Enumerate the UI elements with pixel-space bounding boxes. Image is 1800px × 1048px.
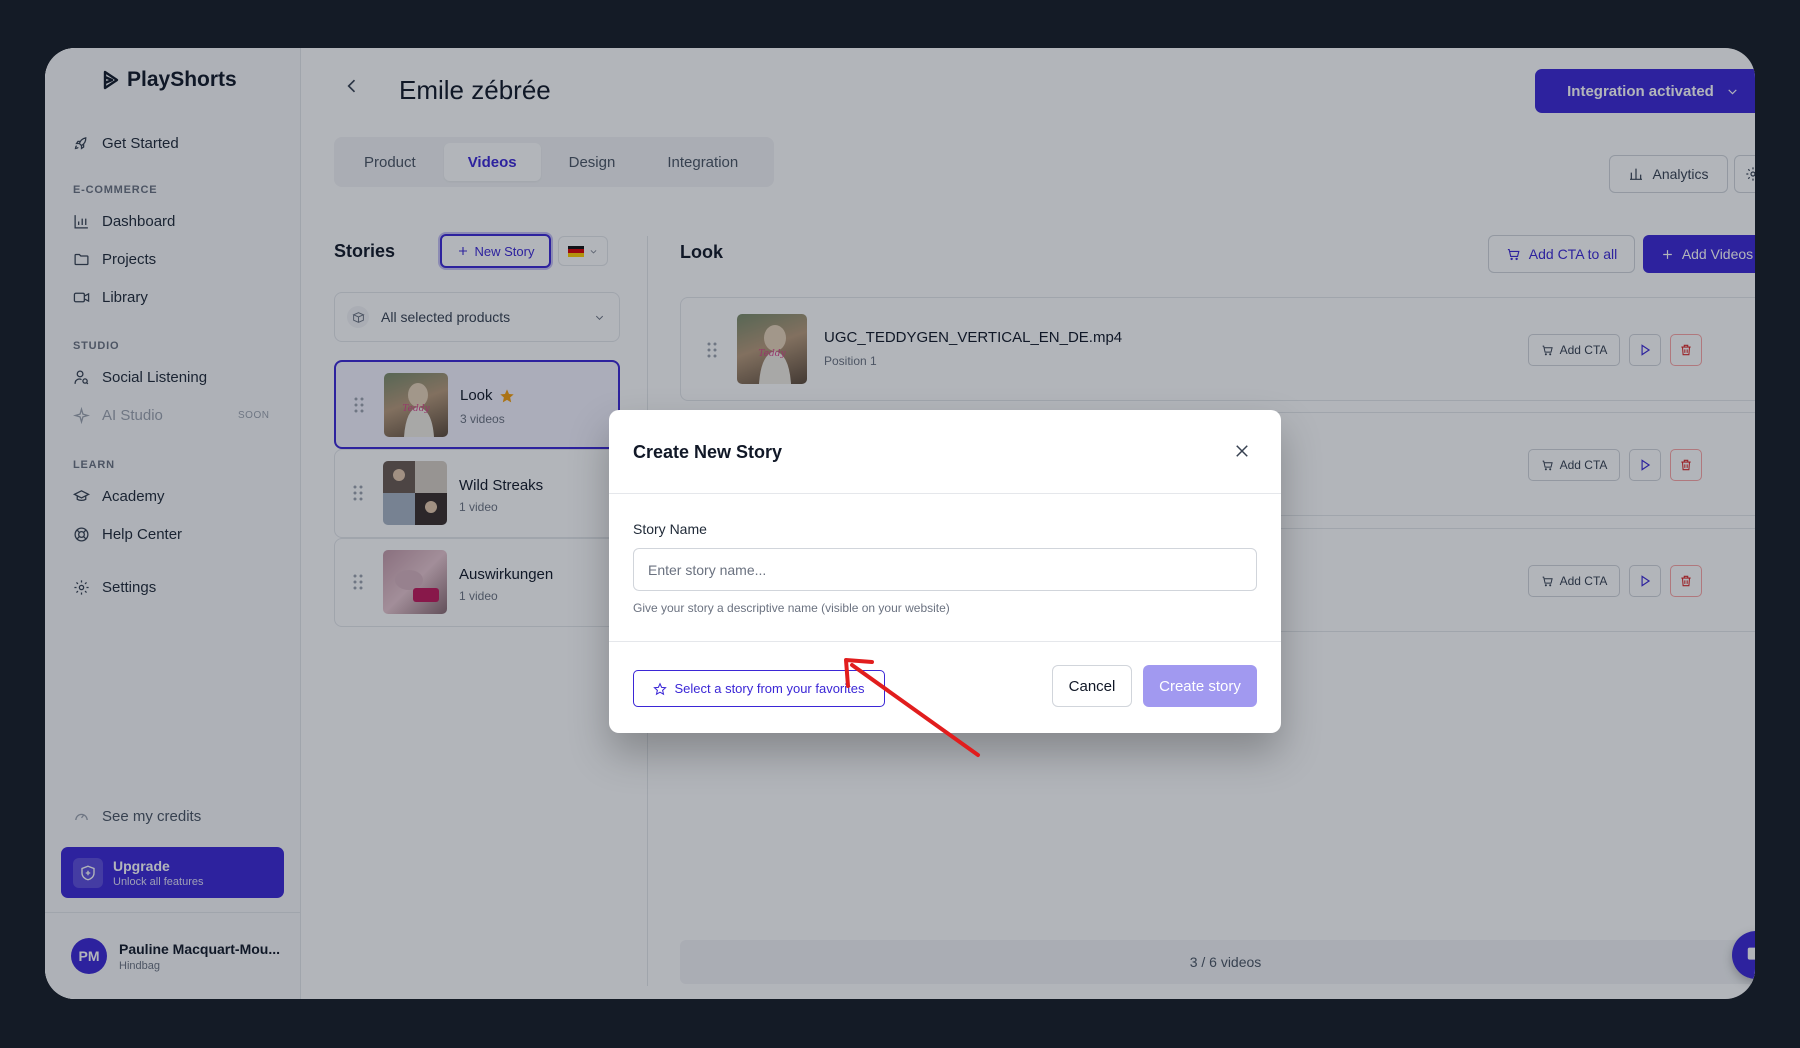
select-favorite-story-button[interactable]: Select a story from your favorites <box>633 670 885 707</box>
modal-divider <box>609 641 1281 642</box>
story-name-help: Give your story a descriptive name (visi… <box>633 601 950 615</box>
star-icon <box>653 681 668 695</box>
story-name-label: Story Name <box>633 521 707 537</box>
select-favorite-label: Select a story from your favorites <box>674 681 865 696</box>
app-window: PlayShorts Get Started E-COMMERCE Dashbo… <box>45 48 1755 999</box>
create-story-modal: Create New Story Story Name Give your st… <box>609 410 1281 733</box>
story-name-input[interactable] <box>633 548 1257 591</box>
create-story-button[interactable]: Create story <box>1143 665 1257 707</box>
close-icon <box>1236 445 1248 457</box>
modal-header: Create New Story <box>609 410 1281 494</box>
modal-title: Create New Story <box>633 442 783 462</box>
cancel-button[interactable]: Cancel <box>1052 665 1132 707</box>
close-button[interactable] <box>1233 442 1251 460</box>
